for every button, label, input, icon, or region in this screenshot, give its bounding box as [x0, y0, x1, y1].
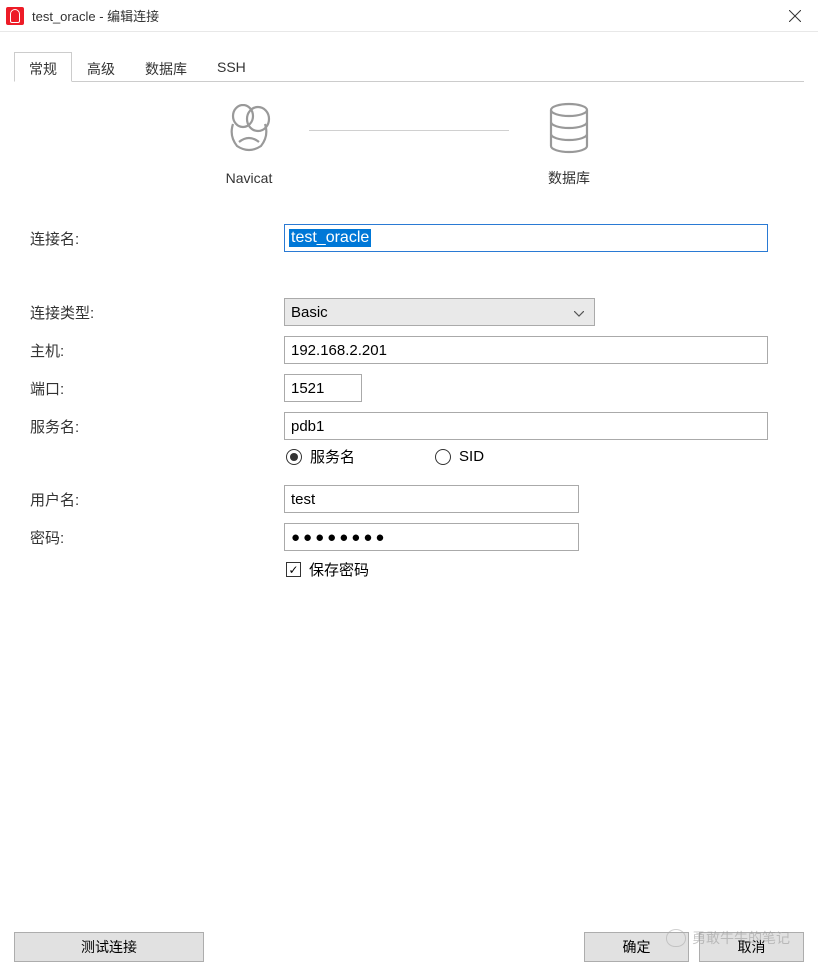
- connection-type-select[interactable]: Basic: [284, 298, 595, 326]
- connector-line: [309, 130, 509, 131]
- port-input[interactable]: [284, 374, 362, 402]
- close-icon: [789, 10, 801, 22]
- checkbox-checked-icon: ✓: [286, 562, 301, 577]
- radio-checked-icon: [286, 449, 302, 465]
- tab-bar: 常规 高级 数据库 SSH: [14, 52, 818, 82]
- tab-general[interactable]: 常规: [14, 52, 72, 82]
- service-name-input[interactable]: [284, 412, 768, 440]
- chevron-down-icon: [574, 304, 584, 321]
- test-connection-button[interactable]: 测试连接: [14, 932, 204, 962]
- tab-advanced[interactable]: 高级: [72, 52, 130, 82]
- ok-button[interactable]: 确定: [584, 932, 689, 962]
- password-label: 密码:: [30, 527, 284, 548]
- tab-ssh[interactable]: SSH: [202, 52, 261, 82]
- oracle-app-icon: [6, 7, 24, 25]
- host-label: 主机:: [30, 340, 284, 361]
- navicat-label: Navicat: [226, 170, 273, 186]
- footer: 测试连接 确定 取消: [0, 922, 818, 976]
- tab-database[interactable]: 数据库: [130, 52, 202, 82]
- service-name-label: 服务名:: [30, 416, 284, 437]
- database-label: 数据库: [548, 168, 590, 188]
- window-title: test_oracle - 编辑连接: [32, 6, 772, 25]
- connection-name-input[interactable]: test_oracle: [284, 224, 768, 252]
- titlebar: test_oracle - 编辑连接: [0, 0, 818, 32]
- password-input[interactable]: [284, 523, 579, 551]
- cancel-button[interactable]: 取消: [699, 932, 804, 962]
- connection-name-label: 连接名:: [30, 228, 284, 249]
- host-input[interactable]: [284, 336, 768, 364]
- save-password-checkbox[interactable]: ✓ 保存密码: [284, 559, 369, 580]
- save-password-label: 保存密码: [309, 559, 369, 580]
- username-label: 用户名:: [30, 489, 284, 510]
- navicat-icon: [223, 104, 275, 156]
- username-input[interactable]: [284, 485, 579, 513]
- radio-service-name-label: 服务名: [310, 446, 355, 467]
- database-icon: [547, 102, 591, 154]
- radio-sid-label: SID: [459, 448, 484, 465]
- radio-unchecked-icon: [435, 449, 451, 465]
- radio-service-name[interactable]: 服务名: [286, 446, 355, 467]
- close-button[interactable]: [772, 0, 818, 32]
- connection-type-value: Basic: [291, 304, 328, 321]
- port-label: 端口:: [30, 378, 284, 399]
- connection-type-label: 连接类型:: [30, 302, 284, 323]
- connection-diagram: Navicat 数据库: [30, 102, 788, 188]
- connection-name-value: test_oracle: [289, 229, 371, 247]
- radio-sid[interactable]: SID: [435, 446, 484, 467]
